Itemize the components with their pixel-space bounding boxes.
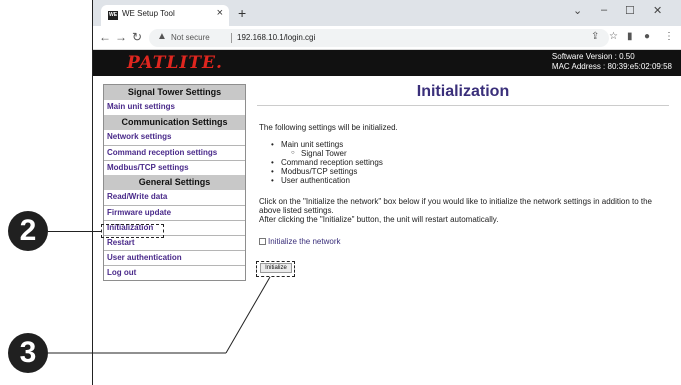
leader-line-3 bbox=[48, 276, 271, 354]
callout-3: 3 bbox=[8, 333, 48, 373]
